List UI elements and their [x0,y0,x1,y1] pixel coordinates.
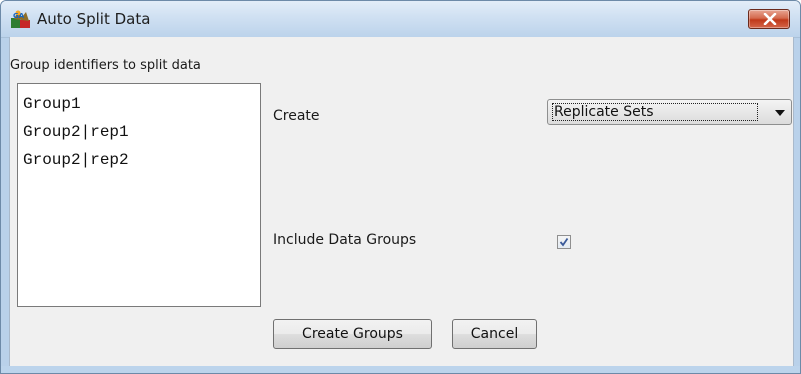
create-dropdown-value: Replicate Sets [552,103,758,121]
close-button[interactable] [748,9,790,29]
include-data-groups-checkbox[interactable] [557,235,571,249]
svg-text:GA: GA [13,12,25,20]
cancel-button[interactable]: Cancel [452,319,537,349]
close-icon [763,13,777,25]
create-groups-button[interactable]: Create Groups [273,319,432,349]
create-label: Create [273,108,320,124]
create-dropdown[interactable]: Replicate Sets [547,99,792,125]
group-identifiers-list[interactable]: Group1 Group2|rep1 Group2|rep2 [17,83,261,307]
include-data-groups-label: Include Data Groups [273,232,417,248]
dialog-window: GA Auto Split Data Group identifiers to … [0,0,801,374]
list-item[interactable]: Group2|rep1 [23,118,255,146]
checkmark-icon [559,237,569,247]
list-item[interactable]: Group2|rep2 [23,146,255,174]
app-icon: GA [11,9,31,29]
list-item[interactable]: Group1 [23,90,255,118]
window-bottom-border [1,366,800,373]
chevron-down-icon[interactable] [775,110,785,116]
window-title: Auto Split Data [37,10,151,28]
group-identifiers-label: Group identifiers to split data [10,58,201,73]
title-bar[interactable]: GA Auto Split Data [1,1,800,38]
